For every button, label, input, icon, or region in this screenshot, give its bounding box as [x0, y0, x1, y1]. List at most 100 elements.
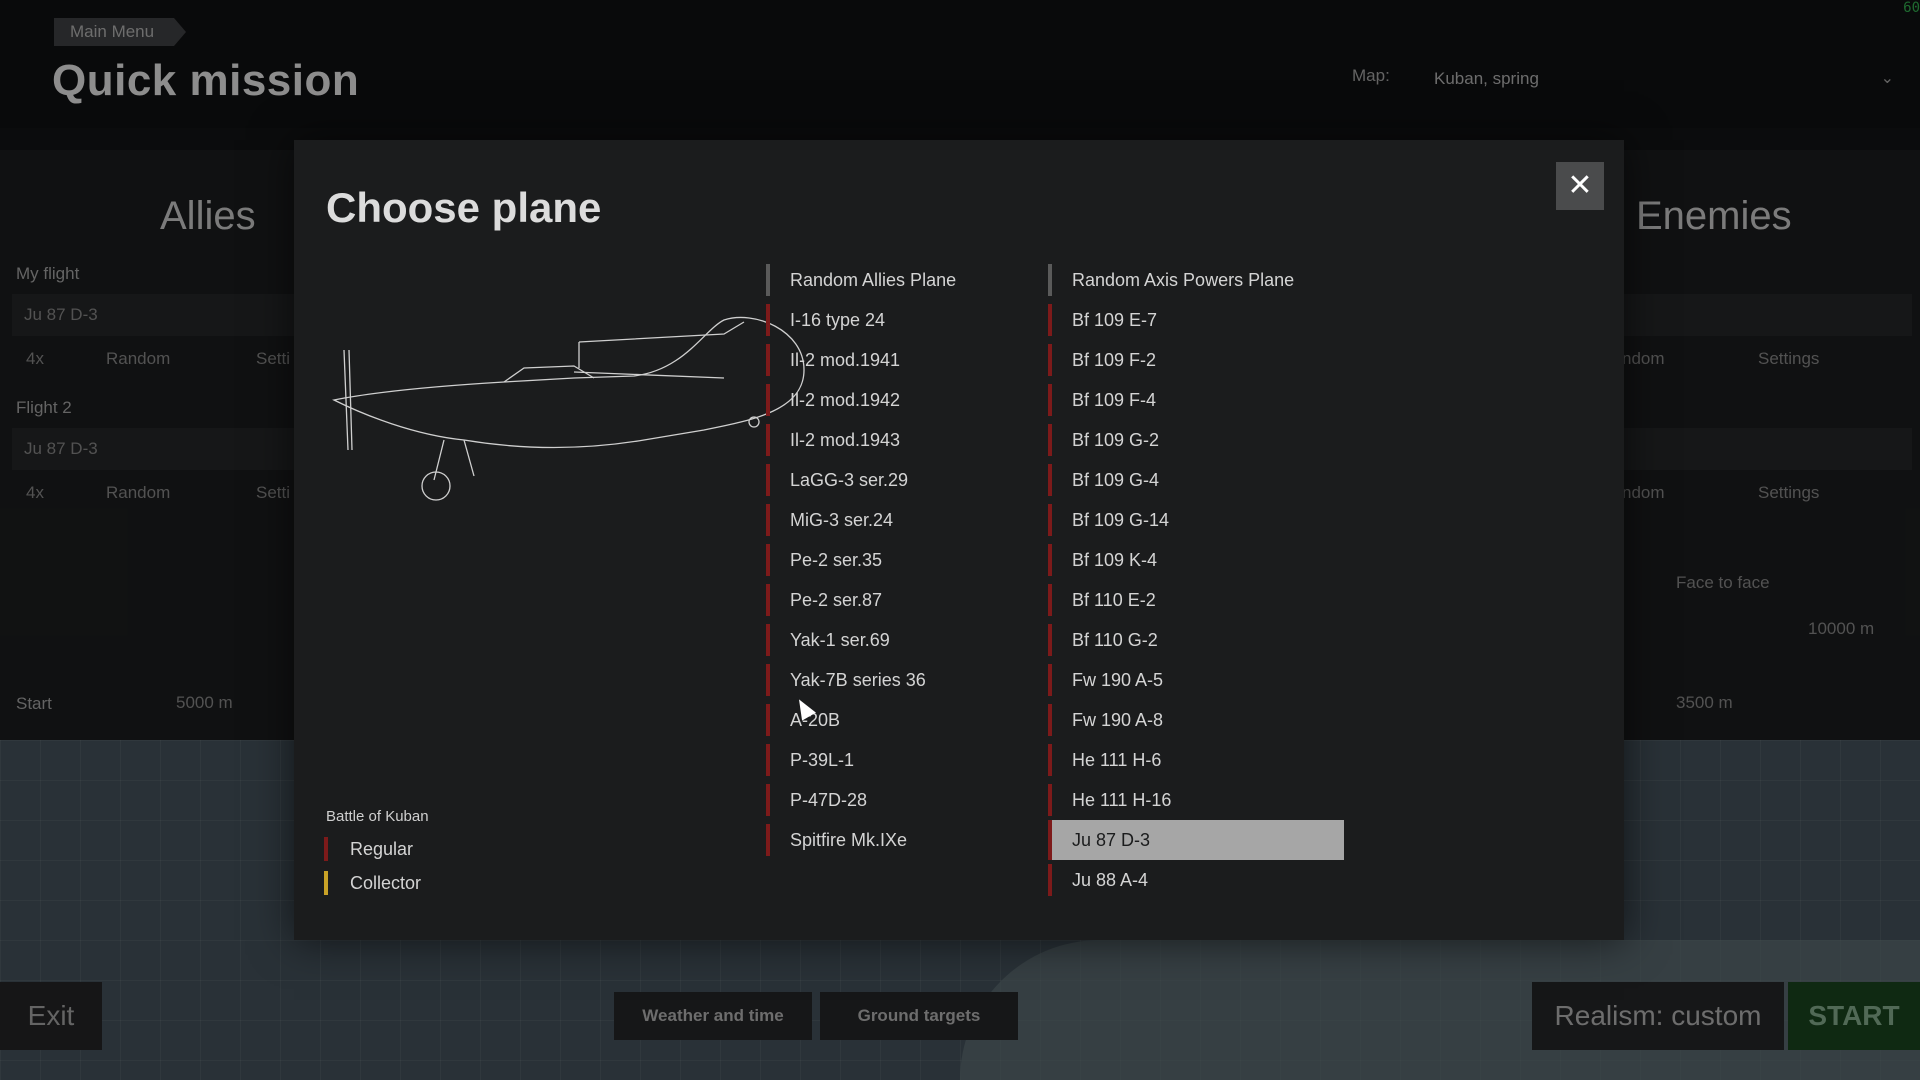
plane-list-item[interactable]: Il-2 mod.1942	[766, 380, 956, 420]
plane-list-item[interactable]: Spitfire Mk.IXe	[766, 820, 956, 860]
legend-title: Battle of Kuban	[326, 808, 429, 825]
plane-category-marker	[1048, 544, 1052, 576]
plane-list-item[interactable]: Yak-7B series 36	[766, 660, 956, 700]
legend-regular-label: Regular	[350, 839, 414, 859]
choose-plane-dialog: Choose plane ✕ Random Allies Plane I-16 t…	[294, 140, 1624, 940]
plane-category-marker	[766, 704, 770, 736]
plane-name: Fw 190 A-5	[1072, 670, 1164, 690]
plane-list-item[interactable]: Bf 109 F-4	[1048, 380, 1344, 420]
plane-category-marker	[1048, 304, 1052, 336]
plane-name: Bf 109 F-4	[1072, 390, 1157, 410]
plane-list-item[interactable]: Pe-2 ser.87	[766, 580, 956, 620]
plane-name: Bf 109 G-4	[1072, 470, 1160, 490]
plane-name: Spitfire Mk.IXe	[790, 830, 908, 850]
plane-name: Il-2 mod.1943	[790, 430, 901, 450]
plane-list-item[interactable]: Fw 190 A-8	[1048, 700, 1344, 740]
plane-category-marker	[1048, 464, 1052, 496]
plane-list-item[interactable]: Yak-1 ser.69	[766, 620, 956, 660]
plane-name: Yak-7B series 36	[790, 670, 926, 690]
plane-list-item[interactable]: Bf 110 G-2	[1048, 620, 1344, 660]
plane-name: P-47D-28	[790, 790, 868, 810]
legend: Regular Collector	[324, 832, 421, 900]
plane-category-marker	[766, 584, 770, 616]
plane-name: Il-2 mod.1941	[790, 350, 901, 370]
plane-category-marker	[1048, 744, 1052, 776]
random-plane-item[interactable]: Random Allies Plane	[766, 260, 956, 300]
plane-name: Il-2 mod.1942	[790, 390, 901, 410]
plane-list-item[interactable]: Bf 109 E-7	[1048, 300, 1344, 340]
plane-name: Bf 109 K-4	[1072, 550, 1158, 570]
plane-name: Bf 109 F-2	[1072, 350, 1157, 370]
plane-list-item[interactable]: Il-2 mod.1943	[766, 420, 956, 460]
legend-collector: Collector	[324, 866, 421, 900]
plane-category-marker	[1048, 864, 1052, 896]
plane-list-item[interactable]: P-47D-28	[766, 780, 956, 820]
plane-category-marker	[1048, 664, 1052, 696]
plane-name: He 111 H-6	[1072, 750, 1162, 770]
plane-list-item[interactable]: Ju 88 A-4	[1048, 860, 1344, 900]
plane-name: Ju 87 D-3	[1072, 830, 1151, 850]
plane-list-item[interactable]: He 111 H-6	[1048, 740, 1344, 780]
random-plane-item[interactable]: Random Axis Powers Plane	[1048, 260, 1344, 300]
plane-category-marker	[1048, 784, 1052, 816]
plane-name: Bf 109 G-14	[1072, 510, 1170, 530]
plane-category-marker	[766, 264, 770, 296]
axis-plane-list: Random Axis Powers Plane Bf 109 E-7 Bf 109…	[1048, 260, 1344, 900]
plane-name: Bf 109 G-2	[1072, 430, 1160, 450]
plane-list-item[interactable]: Il-2 mod.1941	[766, 340, 956, 380]
plane-category-marker	[1048, 344, 1052, 376]
plane-category-marker	[1048, 624, 1052, 656]
plane-name: LaGG-3 ser.29	[790, 470, 909, 490]
plane-list-item[interactable]: Fw 190 A-5	[1048, 660, 1344, 700]
plane-name: Fw 190 A-8	[1072, 710, 1164, 730]
plane-category-marker	[766, 464, 770, 496]
plane-list-item[interactable]: He 111 H-16	[1048, 780, 1344, 820]
plane-category-marker	[766, 504, 770, 536]
plane-category-marker	[766, 784, 770, 816]
plane-category-marker	[766, 744, 770, 776]
plane-list-item[interactable]: Ju 87 D-3	[1048, 820, 1344, 860]
plane-name: Bf 110 G-2	[1072, 630, 1158, 650]
plane-category-marker	[766, 544, 770, 576]
plane-name: He 111 H-16	[1072, 790, 1172, 810]
plane-category-marker	[1048, 584, 1052, 616]
legend-collector-label: Collector	[350, 873, 422, 893]
plane-list-item[interactable]: Bf 109 K-4	[1048, 540, 1344, 580]
legend-regular: Regular	[324, 832, 421, 866]
plane-category-marker	[1048, 424, 1052, 456]
plane-list-item[interactable]: Pe-2 ser.35	[766, 540, 956, 580]
plane-list-item[interactable]: P-39L-1	[766, 740, 956, 780]
plane-name: P-39L-1	[790, 750, 855, 770]
plane-list-item[interactable]: Bf 109 F-2	[1048, 340, 1344, 380]
legend-collector-swatch	[324, 871, 328, 895]
dialog-title: Choose plane	[326, 184, 602, 231]
plane-category-marker	[1048, 384, 1052, 416]
plane-category-marker	[766, 384, 770, 416]
plane-category-marker	[1048, 264, 1052, 296]
plane-category-marker	[766, 824, 770, 856]
plane-list-item[interactable]: Bf 109 G-14	[1048, 500, 1344, 540]
plane-name: I-16 type 24	[790, 310, 886, 330]
plane-list-item[interactable]: I-16 type 24	[766, 300, 956, 340]
plane-category-marker	[1048, 504, 1052, 536]
plane-name: Bf 109 E-7	[1072, 310, 1158, 330]
plane-list-item[interactable]: MiG-3 ser.24	[766, 500, 956, 540]
close-button[interactable]: ✕	[1556, 162, 1604, 210]
plane-category-marker	[766, 624, 770, 656]
allies-plane-list: Random Allies Plane I-16 type 24 Il-2 mod.…	[766, 260, 956, 860]
plane-name: Yak-1 ser.69	[790, 630, 890, 650]
plane-category-marker	[1048, 704, 1052, 736]
plane-list-item[interactable]: Bf 109 G-4	[1048, 460, 1344, 500]
plane-list-item[interactable]: LaGG-3 ser.29	[766, 460, 956, 500]
plane-name: Bf 110 E-2	[1072, 590, 1156, 610]
plane-list-item[interactable]: Bf 110 E-2	[1048, 580, 1344, 620]
plane-name: MiG-3 ser.24	[790, 510, 894, 530]
plane-category-marker	[766, 424, 770, 456]
plane-name: Pe-2 ser.87	[790, 590, 883, 610]
plane-category-marker	[1048, 820, 1052, 860]
plane-category-marker	[766, 344, 770, 376]
plane-category-marker	[766, 304, 770, 336]
plane-category-marker	[766, 664, 770, 696]
plane-silhouette-image	[332, 316, 805, 501]
plane-list-item[interactable]: Bf 109 G-2	[1048, 420, 1344, 460]
